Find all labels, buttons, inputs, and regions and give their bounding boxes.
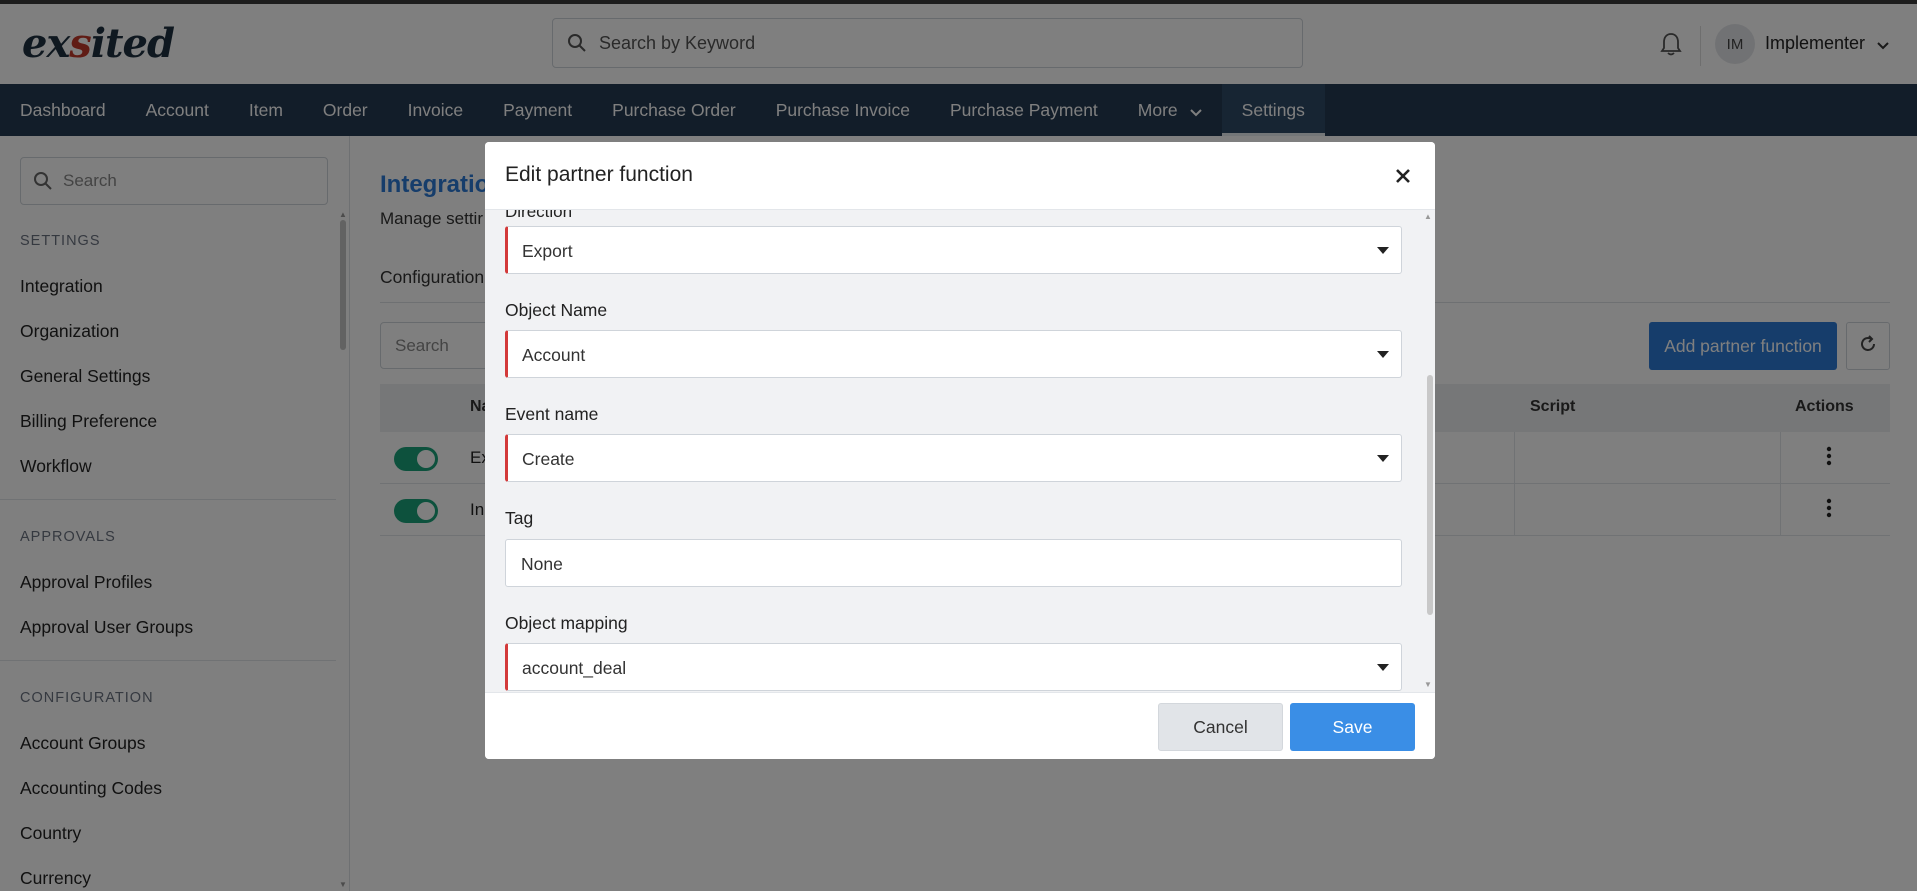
caret-down-icon <box>1377 664 1389 671</box>
modal-scrollbar[interactable] <box>1427 375 1433 615</box>
caret-down-icon <box>1377 247 1389 254</box>
direction-select[interactable]: Export <box>505 226 1402 274</box>
edit-partner-function-modal: Edit partner function Direction Export O… <box>485 142 1435 759</box>
scroll-down-arrow[interactable]: ▼ <box>1424 680 1432 689</box>
object-mapping-select[interactable]: account_deal <box>505 643 1402 691</box>
event-name-select[interactable]: Create <box>505 434 1402 482</box>
direction-value: Export <box>522 241 573 261</box>
tag-input[interactable]: None <box>505 539 1402 587</box>
field-label-event-name: Event name <box>505 404 599 424</box>
object-name-value: Account <box>522 345 586 365</box>
modal-footer: Cancel Save <box>485 692 1435 759</box>
scroll-up-arrow[interactable]: ▲ <box>1424 212 1432 221</box>
save-button[interactable]: Save <box>1290 703 1415 751</box>
field-label-direction: Direction <box>505 210 573 221</box>
field-label-object-mapping: Object mapping <box>505 613 628 633</box>
object-mapping-value: account_deal <box>522 658 627 678</box>
caret-down-icon <box>1377 351 1389 358</box>
object-name-select[interactable]: Account <box>505 330 1402 378</box>
close-icon[interactable] <box>1391 164 1415 188</box>
event-name-value: Create <box>522 449 575 469</box>
field-label-tag: Tag <box>505 508 534 528</box>
modal-header: Edit partner function <box>485 142 1435 210</box>
cancel-button[interactable]: Cancel <box>1158 703 1283 751</box>
modal-title: Edit partner function <box>505 163 693 186</box>
caret-down-icon <box>1377 455 1389 462</box>
field-label-object-name: Object Name <box>505 300 608 320</box>
modal-body[interactable]: Direction Export Object Name Account Eve… <box>485 210 1435 692</box>
tag-value: None <box>521 554 563 574</box>
